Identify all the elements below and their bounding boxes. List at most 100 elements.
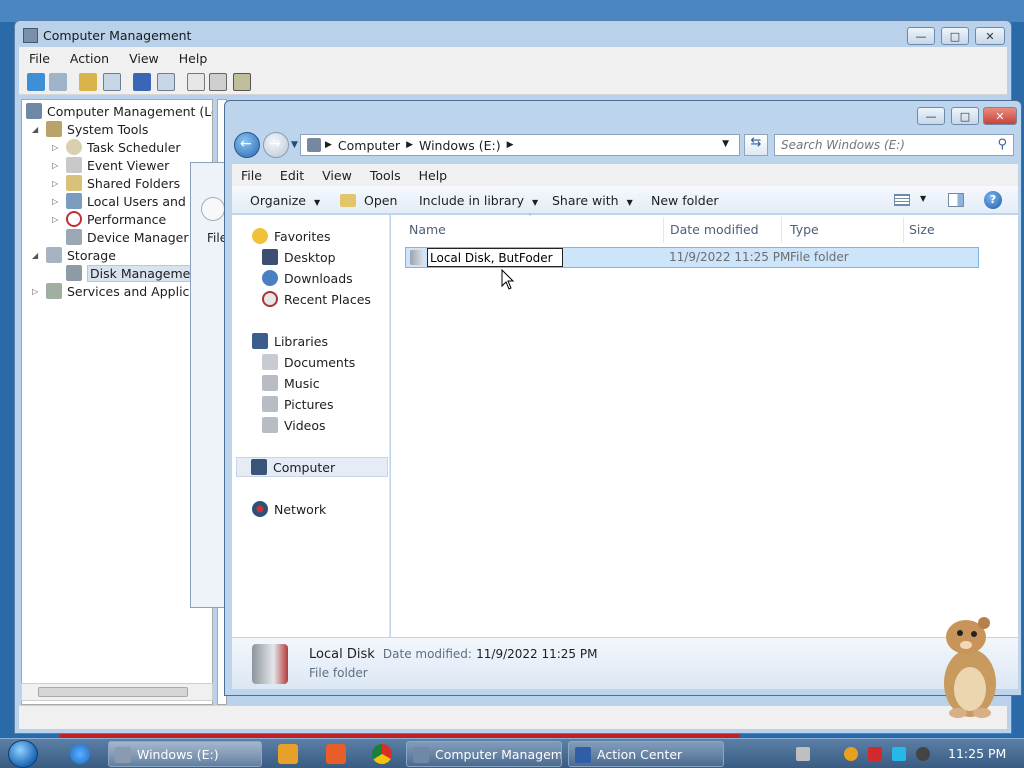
column-divider[interactable]	[781, 217, 782, 243]
collapsed-arrow-icon[interactable]: ▷	[52, 161, 62, 170]
back-button[interactable]: ←	[234, 132, 260, 158]
back-arrow-icon[interactable]	[27, 73, 45, 91]
paint-icon[interactable]	[326, 744, 346, 764]
tray-search-icon[interactable]	[844, 747, 858, 761]
preview-pane-icon[interactable]	[948, 193, 964, 207]
show-hide-tree-icon[interactable]	[103, 73, 121, 91]
tray-volume-icon[interactable]	[916, 747, 930, 761]
chrome-icon[interactable]	[372, 744, 392, 764]
breadcrumb-computer[interactable]: Computer	[338, 138, 400, 153]
forward-arrow-icon[interactable]	[49, 73, 67, 91]
nav-favorites[interactable]: Favorites	[252, 227, 330, 245]
menu-help[interactable]: Help	[169, 51, 218, 66]
tree-item-local-users[interactable]: ▷ Local Users and Gro	[52, 192, 212, 210]
hamster-mascot-icon[interactable]	[930, 615, 1006, 719]
breadcrumb-separator-icon[interactable]: ▶	[325, 140, 332, 150]
refresh-icon[interactable]	[187, 73, 205, 91]
clock[interactable]: 11:25 PM	[948, 746, 1006, 761]
open-button[interactable]: Open	[340, 193, 397, 208]
view-dropdown-icon[interactable]: ▼	[920, 194, 926, 203]
explorer-minimize-button[interactable]: —	[917, 107, 945, 125]
media-player-icon[interactable]	[278, 744, 298, 764]
address-bar[interactable]: ▶ Computer ▶ Windows (E:) ▶ ▼	[300, 134, 740, 156]
start-button[interactable]	[8, 740, 38, 768]
disk-settings-icon[interactable]	[233, 73, 251, 91]
column-header-date-modified[interactable]: Date modified	[670, 222, 759, 237]
tree-horizontal-scrollbar[interactable]	[21, 683, 213, 701]
nav-documents[interactable]: Documents	[262, 353, 355, 371]
scroll-thumb[interactable]	[38, 687, 188, 697]
change-view-icon[interactable]	[894, 194, 910, 206]
column-header-type[interactable]: Type	[790, 222, 819, 237]
organize-button[interactable]: Organize ▼	[250, 193, 320, 208]
rename-input[interactable]	[427, 248, 563, 267]
internet-explorer-icon[interactable]	[70, 744, 90, 764]
recent-pages-dropdown-icon[interactable]: ▼	[291, 140, 298, 150]
help-icon[interactable]	[133, 73, 151, 91]
refresh-button[interactable]: ⇆	[744, 134, 768, 156]
menu-action[interactable]: Action	[60, 51, 119, 66]
nav-libraries[interactable]: Libraries	[252, 332, 328, 350]
nav-desktop[interactable]: Desktop	[262, 248, 336, 266]
collapsed-arrow-icon[interactable]: ▷	[52, 197, 62, 206]
nav-downloads[interactable]: Downloads	[262, 269, 353, 287]
menu-help[interactable]: Help	[410, 168, 457, 183]
explorer-close-button[interactable]: ✕	[983, 107, 1017, 125]
menu-file[interactable]: File	[19, 51, 60, 66]
collapsed-arrow-icon[interactable]: ▷	[52, 215, 62, 224]
search-box[interactable]: ⚲	[774, 134, 1014, 156]
tree-item-system-tools[interactable]: ◢ System Tools	[32, 120, 148, 138]
forward-button[interactable]: →	[263, 132, 289, 158]
expanded-arrow-icon[interactable]: ◢	[32, 251, 42, 260]
taskbar-button-explorer[interactable]: Windows (E:)	[108, 741, 262, 767]
file-row-selected[interactable]: 11/9/2022 11:25 PM File folder	[405, 247, 979, 268]
column-divider[interactable]	[663, 217, 664, 243]
close-button[interactable]: ✕	[975, 27, 1005, 45]
menu-edit[interactable]: Edit	[271, 168, 313, 183]
help-icon[interactable]: ?	[984, 191, 1002, 209]
breadcrumb-windows-e[interactable]: Windows (E:)	[419, 138, 501, 153]
menu-file[interactable]: File	[232, 168, 271, 183]
taskbar-button-computer-management[interactable]: Computer Managem...	[406, 741, 562, 767]
tree-item-performance[interactable]: ▷ Performance	[52, 210, 166, 228]
show-hide-action-pane-icon[interactable]	[157, 73, 175, 91]
minimize-button[interactable]: —	[907, 27, 935, 45]
tree-item-shared-folders[interactable]: ▷ Shared Folders	[52, 174, 180, 192]
nav-pictures[interactable]: Pictures	[262, 395, 334, 413]
expanded-arrow-icon[interactable]: ◢	[32, 125, 42, 134]
column-header-size[interactable]: Size	[909, 222, 935, 237]
menu-view[interactable]: View	[313, 168, 361, 183]
menu-tools[interactable]: Tools	[361, 168, 410, 183]
tree-item-event-viewer[interactable]: ▷ Event Viewer	[52, 156, 169, 174]
maximize-button[interactable]: □	[941, 27, 969, 45]
nav-music[interactable]: Music	[262, 374, 320, 392]
tree-item-task-scheduler[interactable]: ▷ Task Scheduler	[52, 138, 181, 156]
share-with-button[interactable]: Share with ▼	[552, 193, 633, 208]
search-icon[interactable]: ⚲	[997, 137, 1007, 152]
collapsed-arrow-icon[interactable]: ▷	[52, 143, 62, 152]
tree-item-computer-management[interactable]: Computer Management (Local	[26, 102, 212, 120]
column-divider[interactable]	[903, 217, 904, 243]
collapsed-arrow-icon[interactable]: ▷	[32, 287, 42, 296]
tray-display-icon[interactable]	[892, 747, 906, 761]
nav-network[interactable]: Network	[252, 500, 326, 518]
nav-videos[interactable]: Videos	[262, 416, 326, 434]
column-header-name[interactable]: Name	[409, 222, 446, 237]
breadcrumb-separator-icon[interactable]: ▶	[406, 140, 413, 150]
include-in-library-button[interactable]: Include in library ▼	[419, 193, 538, 208]
address-dropdown-icon[interactable]: ▼	[722, 139, 729, 149]
up-folder-icon[interactable]	[79, 73, 97, 91]
tree-item-disk-management[interactable]: Disk Management	[66, 264, 207, 282]
nav-recent-places[interactable]: Recent Places	[262, 290, 371, 308]
explorer-maximize-button[interactable]: □	[951, 107, 979, 125]
new-folder-button[interactable]: New folder	[651, 193, 719, 208]
properties-icon[interactable]	[209, 73, 227, 91]
tray-network-icon[interactable]	[796, 747, 810, 761]
taskbar-button-action-center[interactable]: Action Center	[568, 741, 724, 767]
search-input[interactable]	[775, 135, 975, 155]
tree-item-storage[interactable]: ◢ Storage	[32, 246, 116, 264]
collapsed-arrow-icon[interactable]: ▷	[52, 179, 62, 188]
nav-computer[interactable]: Computer	[236, 457, 388, 477]
tree-item-device-manager[interactable]: Device Manager	[66, 228, 189, 246]
tray-flag-icon[interactable]	[868, 747, 882, 761]
